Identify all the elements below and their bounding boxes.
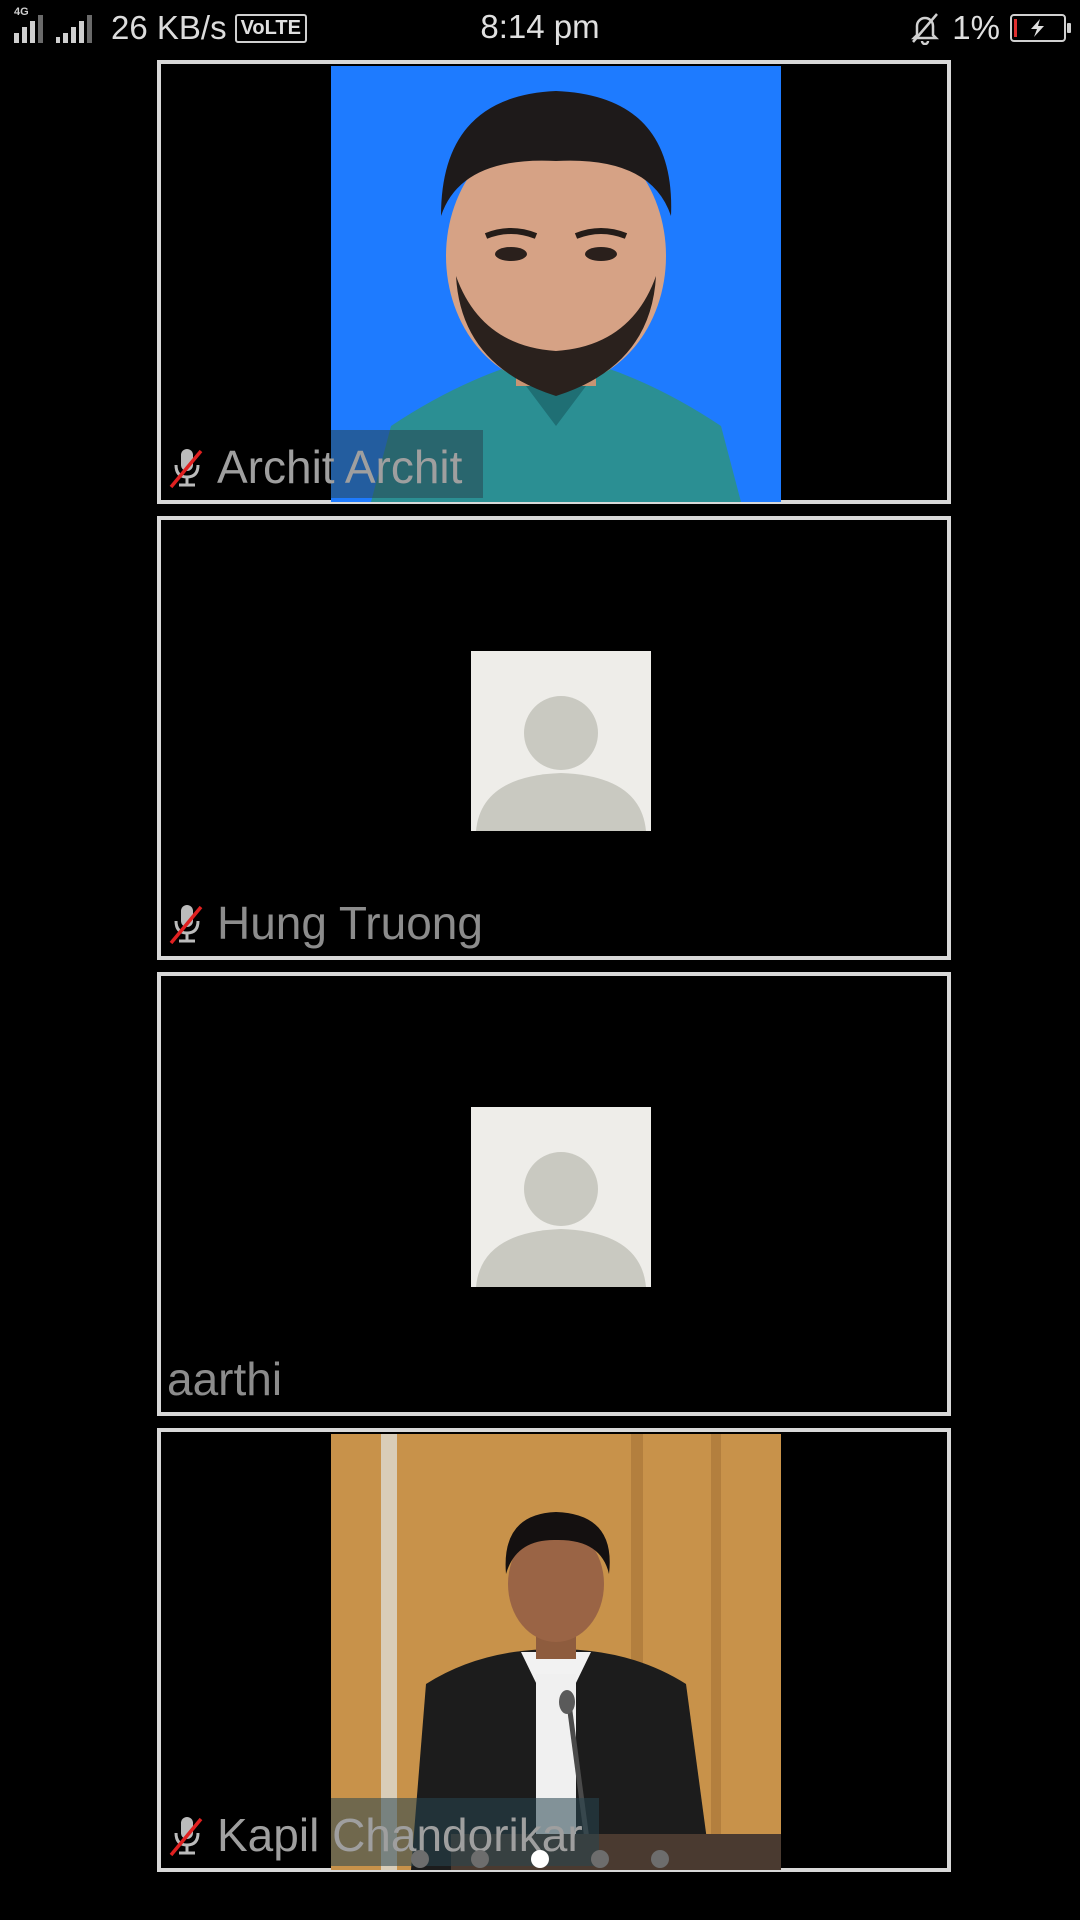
battery-charging-icon: [1010, 14, 1071, 42]
mic-muted-icon: [169, 905, 203, 945]
participant-tile[interactable]: Archit Archit: [157, 60, 951, 504]
participant-name-row: Archit Archit: [167, 440, 462, 494]
status-bar: 4G 26 KB/s VoLTE 8:14 pm 1%: [0, 0, 1080, 56]
participant-tile[interactable]: aarthi: [157, 972, 951, 1416]
participant-name: Archit Archit: [217, 441, 463, 493]
mic-muted-icon: [169, 449, 203, 489]
page-dot[interactable]: [591, 1850, 609, 1868]
participant-name-row: aarthi: [167, 1352, 282, 1406]
page-dot[interactable]: [471, 1850, 489, 1868]
bell-muted-icon: [911, 13, 940, 45]
page-dot[interactable]: [411, 1850, 429, 1868]
default-avatar-icon: [471, 1107, 651, 1287]
participant-name: aarthi: [167, 1353, 283, 1405]
participant-name-row: Hung Truong: [167, 896, 483, 950]
participant-tile[interactable]: Hung Truong: [157, 516, 951, 960]
default-avatar-icon: [471, 651, 651, 831]
participant-name: Hung Truong: [217, 897, 483, 949]
status-right: 1%: [908, 8, 1071, 48]
page-dot[interactable]: [651, 1850, 669, 1868]
page-dot-active[interactable]: [531, 1850, 549, 1868]
battery-percent: 1%: [952, 9, 1000, 46]
page-indicator[interactable]: [0, 1850, 1080, 1868]
participant-tile[interactable]: Kapil Chandorikar: [157, 1428, 951, 1872]
